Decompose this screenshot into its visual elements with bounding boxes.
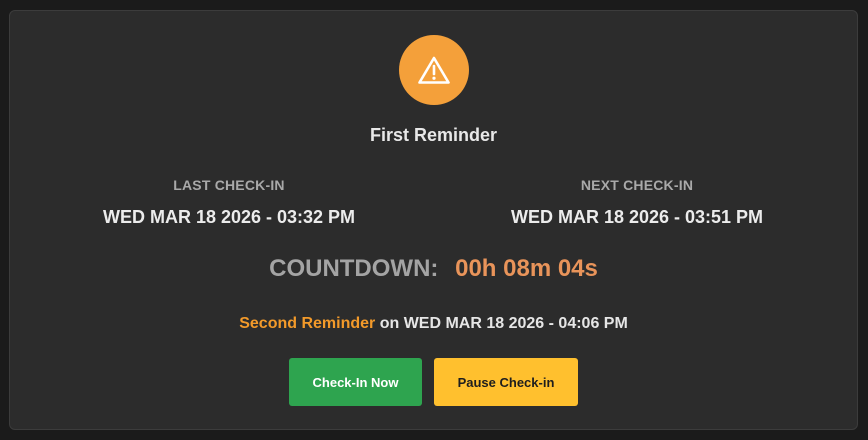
action-buttons: Check-In Now Pause Check-in	[10, 358, 857, 406]
countdown-label: COUNTDOWN:	[269, 255, 439, 282]
checkin-status-card: First Reminder LAST CHECK-IN WED MAR 18 …	[9, 10, 858, 430]
last-checkin-section: LAST CHECK-IN WED MAR 18 2026 - 03:32 PM	[39, 177, 419, 228]
warning-triangle-icon	[418, 56, 450, 84]
warning-badge	[399, 35, 469, 105]
pause-checkin-button[interactable]: Pause Check-in	[434, 358, 578, 406]
next-checkin-value: WED MAR 18 2026 - 03:51 PM	[510, 207, 764, 227]
next-checkin-section: NEXT CHECK-IN WED MAR 18 2026 - 03:51 PM	[447, 177, 827, 228]
next-checkin-label: NEXT CHECK-IN	[580, 177, 694, 193]
checkin-now-button[interactable]: Check-In Now	[289, 358, 422, 406]
next-reminder-text: Second Reminder on WED MAR 18 2026 - 04:…	[10, 315, 857, 333]
countdown-value: 00h 08m 04s	[455, 255, 598, 282]
status-title: First Reminder	[369, 125, 498, 145]
last-checkin-value: WED MAR 18 2026 - 03:32 PM	[102, 207, 356, 227]
last-checkin-label: LAST CHECK-IN	[173, 177, 285, 193]
next-reminder-name: Second Reminder	[239, 315, 376, 332]
countdown: COUNTDOWN: 00h 08m 04s	[10, 255, 857, 283]
next-reminder-datetime: WED MAR 18 2026 - 04:06 PM	[403, 315, 628, 332]
next-reminder-connector: on	[379, 315, 400, 332]
